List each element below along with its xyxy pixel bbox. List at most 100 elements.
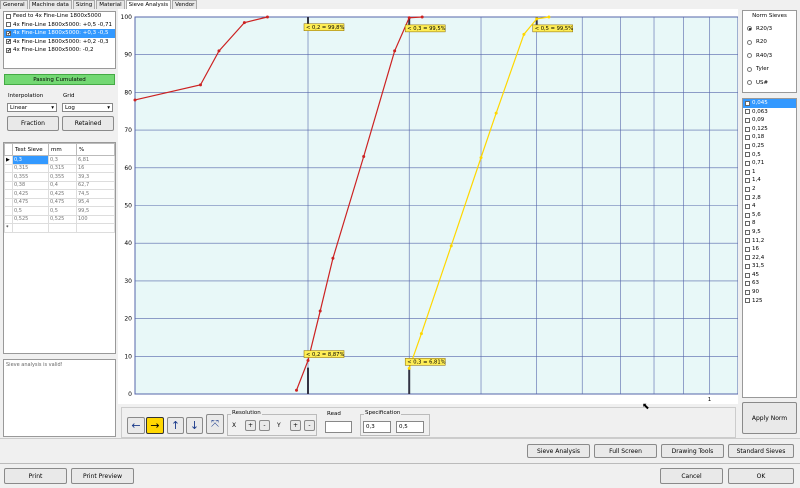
sieve-item[interactable]: 4 bbox=[743, 202, 796, 211]
tab-sizing[interactable]: Sizing bbox=[72, 0, 96, 9]
checkbox[interactable] bbox=[745, 152, 750, 158]
cancel-button[interactable]: Cancel bbox=[660, 468, 723, 484]
apply-norm-button[interactable]: Apply Norm bbox=[742, 402, 797, 434]
checkbox[interactable] bbox=[745, 126, 750, 132]
ok-button[interactable]: OK bbox=[728, 468, 794, 484]
sieve-item[interactable]: 2,8 bbox=[743, 194, 796, 203]
sieve-item[interactable]: 0,063 bbox=[743, 108, 796, 117]
retained-button[interactable]: Retained bbox=[62, 116, 114, 131]
sieve-item[interactable]: 90 bbox=[743, 288, 796, 297]
fit-view-button[interactable]: ⤧ bbox=[206, 414, 224, 434]
checkbox[interactable] bbox=[745, 298, 750, 304]
sieve-item[interactable]: 1 bbox=[743, 168, 796, 177]
feed-item[interactable]: Feed to 4x Fine-Line 1800x5000 bbox=[4, 12, 115, 21]
sieve-item[interactable]: 11,2 bbox=[743, 237, 796, 246]
checkbox[interactable] bbox=[745, 143, 750, 149]
table-cell[interactable]: 6,81 bbox=[76, 155, 115, 165]
sieve-item[interactable]: 125 bbox=[743, 297, 796, 306]
table-new-row[interactable]: * bbox=[4, 223, 115, 233]
table-cell[interactable] bbox=[48, 223, 77, 233]
sieve-item[interactable]: 0,045 bbox=[743, 99, 796, 108]
sieve-item[interactable]: 0,71 bbox=[743, 159, 796, 168]
tab-vendor[interactable]: Vendor bbox=[172, 0, 198, 9]
checkbox[interactable] bbox=[6, 13, 11, 19]
full-screen-button[interactable]: Full Screen bbox=[594, 444, 657, 458]
standard-sieves-button[interactable]: Standard Sieves bbox=[728, 444, 794, 458]
table-row[interactable]: 0,315 0,315 16 bbox=[4, 163, 115, 173]
resolution-x-plus[interactable]: + bbox=[245, 420, 256, 431]
checkbox[interactable] bbox=[745, 135, 750, 141]
checkbox[interactable] bbox=[745, 178, 750, 184]
checkbox[interactable] bbox=[745, 272, 750, 278]
feed-item[interactable]: 4x Fine-Line 1800x5000: +0,5 -0,71 bbox=[4, 21, 115, 30]
sieve-item[interactable]: 5,6 bbox=[743, 211, 796, 220]
checkbox[interactable] bbox=[745, 109, 750, 115]
feed-item[interactable]: ✔ 4x Fine-Line 1800x5000: -0,2 bbox=[4, 46, 115, 55]
table-cell[interactable]: 0,355 bbox=[12, 172, 49, 182]
table-cell[interactable]: 0,5 bbox=[48, 206, 77, 216]
table-cell[interactable] bbox=[12, 223, 49, 233]
arrow-down-button[interactable]: ↓ bbox=[186, 417, 203, 434]
sieve-list[interactable]: 0,045 0,063 0,09 0,125 0,18 0,25 0,5 0,71 1 1,4 2 2… bbox=[742, 98, 797, 398]
sieve-analysis-button[interactable]: Sieve Analysis bbox=[527, 444, 590, 458]
checkbox[interactable] bbox=[745, 186, 750, 192]
arrow-up-button[interactable]: ↑ bbox=[167, 417, 184, 434]
print-button[interactable]: Print bbox=[4, 468, 67, 484]
sieve-item[interactable]: 9,5 bbox=[743, 228, 796, 237]
fraction-button[interactable]: Fraction bbox=[7, 116, 59, 131]
norm-option[interactable]: R20 bbox=[743, 36, 796, 50]
feed-item[interactable]: ✔ 4x Fine-Line 1800x5000: +0,2 -0,3 bbox=[4, 38, 115, 47]
sieve-item[interactable]: 16 bbox=[743, 245, 796, 254]
drawing-tools-button[interactable]: Drawing Tools bbox=[661, 444, 724, 458]
sieve-item[interactable]: 1,4 bbox=[743, 176, 796, 185]
norm-option[interactable]: US# bbox=[743, 76, 796, 90]
norm-option[interactable]: Tyler bbox=[743, 63, 796, 77]
checkbox[interactable] bbox=[745, 117, 750, 123]
table-cell[interactable]: 0,3 bbox=[48, 155, 77, 165]
table-row[interactable]: 0,355 0,355 39,3 bbox=[4, 172, 115, 182]
specification-min-input[interactable]: 0,3 bbox=[363, 421, 391, 433]
sieve-item[interactable]: 0,09 bbox=[743, 116, 796, 125]
specification-max-input[interactable]: 0,5 bbox=[396, 421, 424, 433]
arrow-right-button[interactable]: → bbox=[146, 417, 164, 434]
print-preview-button[interactable]: Print Preview bbox=[71, 468, 134, 484]
resolution-y-minus[interactable]: - bbox=[304, 420, 315, 431]
sieve-item[interactable]: 0,25 bbox=[743, 142, 796, 151]
sieve-item[interactable]: 31,5 bbox=[743, 262, 796, 271]
checkbox[interactable] bbox=[745, 289, 750, 295]
table-cell[interactable]: 0,355 bbox=[48, 172, 77, 182]
checkbox[interactable] bbox=[745, 195, 750, 201]
sieve-item[interactable]: 2 bbox=[743, 185, 796, 194]
table-row[interactable]: 0,425 0,425 74,5 bbox=[4, 189, 115, 199]
table-cell[interactable]: 0,425 bbox=[48, 189, 77, 199]
checkbox[interactable]: ✔ bbox=[6, 47, 11, 53]
radio-icon[interactable] bbox=[747, 66, 752, 72]
table-row[interactable]: 0,525 0,525 100 bbox=[4, 214, 115, 224]
sieve-item[interactable]: 8 bbox=[743, 219, 796, 228]
tab-material[interactable]: Material bbox=[96, 0, 125, 9]
table-cell[interactable]: 0,3 bbox=[12, 155, 49, 165]
feed-item[interactable]: ✔ 4x Fine-Line 1800x5000: +0,3 -0,5 bbox=[4, 29, 115, 38]
table-cell[interactable]: 0,4 bbox=[48, 180, 77, 190]
table-cell[interactable]: 100 bbox=[76, 214, 115, 224]
radio-icon[interactable] bbox=[747, 26, 752, 32]
sieve-item[interactable]: 0,125 bbox=[743, 125, 796, 134]
checkbox[interactable] bbox=[745, 281, 750, 287]
table-cell[interactable]: 0,315 bbox=[12, 163, 49, 173]
table-cell[interactable]: 62,7 bbox=[76, 180, 115, 190]
table-cell[interactable]: 74,5 bbox=[76, 189, 115, 199]
table-cell[interactable]: 39,3 bbox=[76, 172, 115, 182]
radio-icon[interactable] bbox=[747, 80, 752, 86]
checkbox[interactable] bbox=[745, 238, 750, 244]
tab-sieve-analysis[interactable]: Sieve Analysis bbox=[125, 0, 172, 9]
checkbox[interactable] bbox=[745, 169, 750, 175]
radio-icon[interactable] bbox=[747, 39, 752, 45]
table-cell[interactable]: 99,5 bbox=[76, 206, 115, 216]
checkbox[interactable] bbox=[745, 160, 750, 166]
feed-list[interactable]: Feed to 4x Fine-Line 1800x5000 4x Fine-Li… bbox=[3, 11, 116, 69]
checkbox[interactable] bbox=[745, 212, 750, 218]
checkbox[interactable] bbox=[745, 229, 750, 235]
table-cell[interactable]: 0,38 bbox=[12, 180, 49, 190]
table-cell[interactable]: 0,5 bbox=[12, 206, 49, 216]
checkbox[interactable]: ✔ bbox=[6, 30, 11, 36]
